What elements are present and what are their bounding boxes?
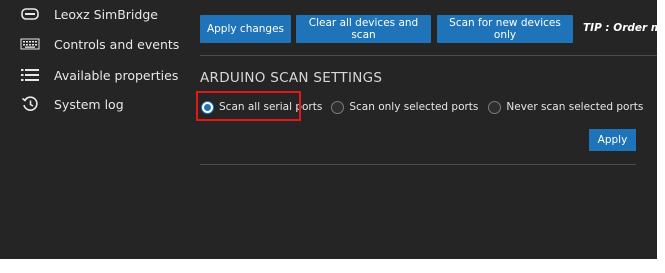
radio-scan-selected[interactable]: Scan only selected ports (331, 100, 479, 114)
list-icon (18, 66, 42, 84)
radio-label: Scan only selected ports (349, 101, 479, 113)
sidebar-item-properties[interactable]: Available properties (18, 63, 178, 87)
sidebar-item-controls[interactable]: Controls and events (18, 32, 179, 56)
sidebar-item-label: Controls and events (54, 36, 180, 52)
divider (200, 164, 636, 165)
apply-changes-button[interactable]: Apply changes (200, 15, 291, 43)
sidebar: Leoxz SimBridge Controls and events Avai… (0, 0, 180, 259)
app-window: Leoxz SimBridge Controls and events Avai… (0, 0, 657, 259)
clear-devices-button[interactable]: Clear all devices and scan (296, 15, 431, 43)
main-panel: Apply changes Clear all devices and scan… (180, 0, 657, 259)
radio-unchecked-icon (331, 100, 345, 114)
radio-unchecked-icon (488, 100, 502, 114)
keyboard-icon (18, 35, 42, 53)
radio-label: Never scan selected ports (506, 101, 644, 113)
sidebar-item-label: Available properties (54, 67, 179, 83)
sidebar-item-system-log[interactable]: System log (18, 92, 124, 116)
sidebar-item-label: System log (54, 96, 124, 112)
apply-button[interactable]: Apply (589, 129, 636, 151)
scan-new-devices-button[interactable]: Scan for new devices only (437, 15, 573, 43)
section-title: ARDUINO SCAN SETTINGS (200, 70, 383, 86)
sidebar-item-simbridge[interactable]: Leoxz SimBridge (18, 2, 158, 26)
tip-text: TIP : Order matter (583, 22, 657, 34)
radio-never-scan[interactable]: Never scan selected ports (488, 100, 644, 114)
history-icon (18, 95, 42, 113)
gamepad-icon (18, 5, 42, 23)
sidebar-item-label: Leoxz SimBridge (54, 6, 158, 22)
highlight-box (196, 91, 301, 121)
divider (200, 55, 657, 56)
